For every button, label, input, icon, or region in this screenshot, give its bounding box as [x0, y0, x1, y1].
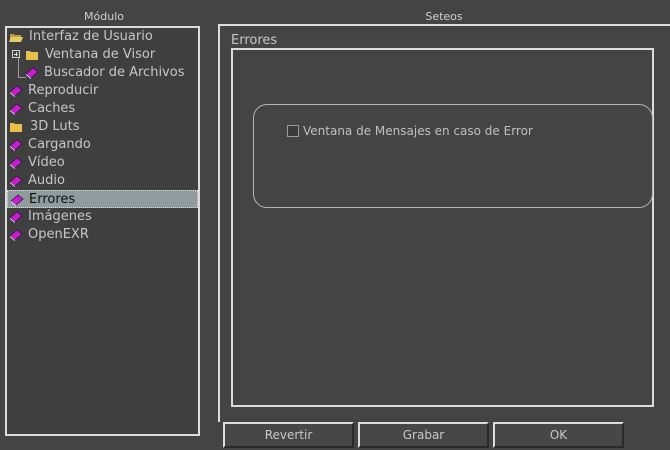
book-icon [25, 67, 39, 79]
book-icon [9, 157, 23, 169]
revert-button[interactable]: Revertir [223, 422, 354, 448]
book-icon [9, 211, 23, 223]
tree-item-openexr[interactable]: OpenEXR [7, 226, 198, 244]
book-icon [9, 85, 23, 97]
save-button[interactable]: Grabar [358, 422, 489, 448]
tree-item-label: Reproducir [28, 83, 99, 98]
ok-button[interactable]: OK [493, 422, 624, 448]
seteos-label: Seteos [425, 10, 463, 23]
tree-item-video[interactable]: Vídeo [7, 154, 198, 172]
tree-item-ventana-de-visor[interactable]: Ventana de Visor [7, 46, 198, 64]
options-box [253, 104, 653, 208]
module-tree[interactable]: Interfaz de Usuario Ventana de Visor Bus… [5, 26, 200, 436]
book-icon [9, 175, 23, 187]
folder-icon [26, 51, 38, 60]
error-window-checkbox[interactable] [287, 125, 299, 137]
tree-item-label: Ventana de Visor [45, 47, 156, 62]
tree-item-label: Buscador de Archivos [44, 65, 185, 80]
tree-item-label: OpenEXR [28, 227, 89, 242]
tree-item-label: Interfaz de Usuario [29, 29, 153, 44]
book-icon [10, 194, 24, 206]
tree-item-label: Errores [29, 192, 76, 207]
tree-item-label: Audio [28, 173, 65, 188]
tree-item-label: Caches [28, 101, 76, 116]
tree-item-label: 3D Luts [30, 119, 80, 134]
book-icon [9, 139, 23, 151]
tree-item-3d-luts[interactable]: 3D Luts [7, 118, 198, 136]
open-folder-icon [9, 34, 23, 42]
tree-item-imagenes[interactable]: Imágenes [7, 208, 198, 226]
modulo-label: Módulo [84, 10, 124, 23]
group-frame [231, 48, 654, 407]
tree-item-caches[interactable]: Caches [7, 100, 198, 118]
folder-icon [10, 123, 22, 132]
tree-item-label: Imágenes [28, 209, 92, 224]
tree-item-label: Vídeo [28, 155, 65, 170]
tree-item-interfaz[interactable]: Interfaz de Usuario [7, 28, 198, 46]
expand-icon[interactable] [12, 50, 20, 58]
tree-item-audio[interactable]: Audio [7, 172, 198, 190]
error-window-checkbox-label[interactable]: Ventana de Mensajes en caso de Error [303, 124, 533, 138]
book-icon [9, 103, 23, 115]
tree-item-cargando[interactable]: Cargando [7, 136, 198, 154]
tree-item-buscador-de-archivos[interactable]: Buscador de Archivos [7, 64, 198, 82]
tree-item-label: Cargando [28, 137, 91, 152]
group-title: Errores [231, 33, 278, 48]
tree-item-reproducir[interactable]: Reproducir [7, 82, 198, 100]
book-icon [9, 229, 23, 241]
tree-item-errores[interactable]: Errores [7, 190, 198, 208]
